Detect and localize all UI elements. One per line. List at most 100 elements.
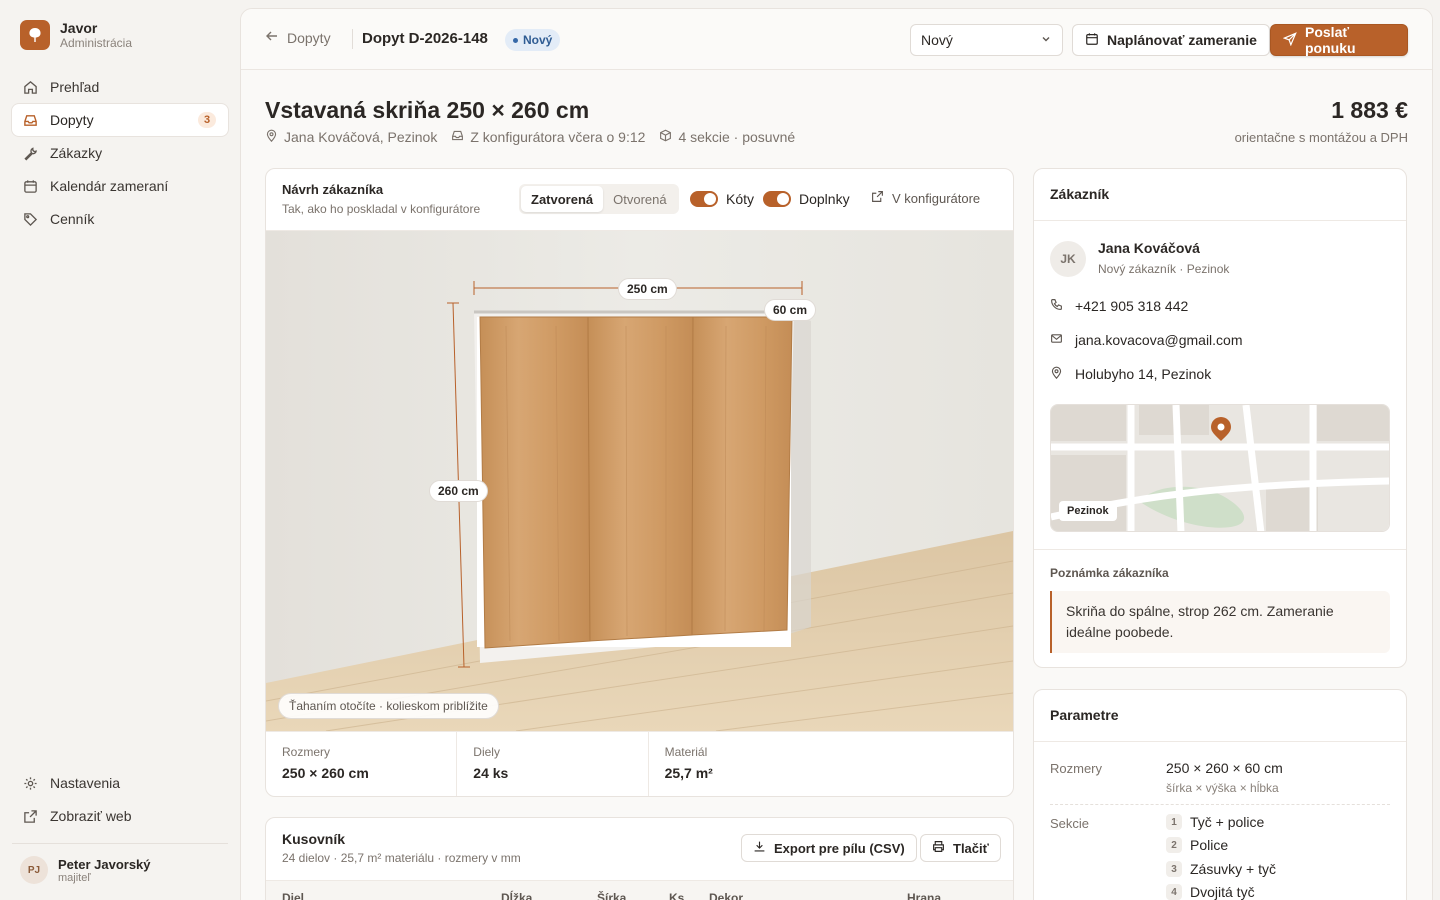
inquiry-meta: Jana Kováčová, Pezinok Z konfigurátora v… — [265, 129, 795, 145]
schedule-measurement-button[interactable]: Naplánovať zameranie — [1072, 24, 1270, 56]
parameters-card: Parametre Rozmery 250 × 260 × 60 cm šírk… — [1033, 689, 1407, 900]
note-label: Poznámka zákazníka — [1050, 566, 1169, 580]
price: 1 883 € — [1331, 97, 1408, 123]
inquiry-title: Vstavaná skriňa 250 × 260 cm — [265, 97, 590, 123]
section-number: 3 — [1166, 861, 1182, 877]
customer-address-text: Holubyho 14, Pezinok — [1075, 366, 1212, 382]
sidebar: Javor Administrácia Prehľad Dopyty 3 Zák… — [0, 0, 240, 900]
customer-address[interactable]: Holubyho 14, Pezinok — [1050, 366, 1211, 382]
export-csv-label: Export pre pílu (CSV) — [774, 840, 905, 856]
column-header[interactable]: Šírka — [597, 891, 626, 900]
home-icon — [22, 79, 38, 95]
customer-phone[interactable]: +421 905 318 442 — [1050, 298, 1188, 314]
viewer-hint: Ťahaním otočíte · kolieskom priblížite — [278, 693, 499, 719]
cut-list-card: Kusovník 24 dielov · 25,7 m² materiálu ·… — [265, 817, 1014, 900]
print-button[interactable]: Tlačiť — [920, 834, 1001, 862]
main-nav: Prehľad Dopyty 3 Zákazky Kalendár zamera… — [12, 71, 228, 236]
gear-icon — [22, 775, 38, 791]
main-panel: Dopyty Dopyt D-2026-148 Nový Nový Naplán… — [240, 8, 1433, 900]
extras-toggle-label: Doplnky — [799, 191, 850, 207]
section-item: 2 Police — [1166, 837, 1228, 853]
section-item: 4 Dvojitá tyč — [1166, 884, 1255, 900]
column-header[interactable]: Ks — [669, 891, 684, 900]
extras-toggle[interactable]: Doplnky — [763, 191, 850, 207]
bottom-nav: Nastavenia Zobraziť web — [12, 767, 228, 833]
wardrobe-render — [266, 231, 1013, 732]
cut-list-title: Kusovník — [282, 831, 346, 847]
send-offer-button[interactable]: Poslať ponuku — [1270, 24, 1408, 56]
customer-card: Zákazník JK Jana Kováčová Nový zákazník … — [1033, 168, 1407, 668]
stat-label: Diely — [473, 745, 500, 759]
cut-list-subtitle: 24 dielov · 25,7 m² materiálu · rozmery … — [282, 851, 521, 865]
status-select-value: Nový — [921, 32, 953, 48]
back-link[interactable]: Dopyty — [265, 29, 331, 46]
sidebar-item-zobrazit-web[interactable]: Zobraziť web — [12, 800, 228, 832]
stat-value: 24 ks — [473, 765, 509, 781]
sidebar-item-label: Cenník — [50, 211, 95, 227]
tag-icon — [22, 211, 38, 227]
section-label: Dvojitá tyč — [1190, 884, 1255, 900]
meta-customer-text: Jana Kováčová, Pezinok — [284, 129, 438, 145]
design-header: Návrh zákazníka Tak, ako ho poskladal v … — [266, 169, 1013, 231]
seg-open[interactable]: Otvorená — [603, 186, 676, 212]
column-header[interactable]: Hrana — [907, 891, 941, 900]
box-icon — [659, 129, 672, 145]
stat-material: Materiál 25,7 m² — [649, 732, 1013, 796]
column-header[interactable]: Dekor — [709, 891, 743, 900]
brand-subtitle: Administrácia — [60, 36, 133, 50]
divider — [1034, 549, 1406, 550]
dimensions-toggle[interactable]: Kóty — [690, 191, 754, 207]
arrow-left-icon — [265, 29, 279, 46]
export-csv-button[interactable]: Export pre pílu (CSV) — [741, 834, 917, 862]
user-role: majiteľ — [58, 871, 91, 884]
dimension-label-depth: 60 cm — [764, 299, 817, 321]
sidebar-item-nastavenia[interactable]: Nastavenia — [12, 767, 228, 799]
param-dimensions-value: 250 × 260 × 60 cm — [1166, 760, 1283, 776]
customer-email-text: jana.kovacova@gmail.com — [1075, 332, 1243, 348]
sidebar-item-zakazky[interactable]: Zákazky — [12, 137, 228, 169]
open-configurator-link[interactable]: V konfigurátore — [871, 190, 980, 206]
dimensions-switch[interactable] — [690, 191, 718, 207]
schedule-measurement-label: Naplánovať zameranie — [1107, 32, 1257, 48]
seg-closed[interactable]: Zatvorená — [521, 186, 604, 212]
sidebar-item-prehlad[interactable]: Prehľad — [12, 71, 228, 103]
section-number: 1 — [1166, 814, 1182, 830]
inbox-icon — [451, 129, 464, 145]
status-select[interactable]: Nový — [910, 24, 1063, 56]
status-dot — [513, 37, 518, 43]
sidebar-item-cennik[interactable]: Cenník — [12, 203, 228, 235]
customer-email[interactable]: jana.kovacova@gmail.com — [1050, 332, 1243, 348]
door-state-toggle: Zatvorená Otvorená — [519, 184, 679, 214]
customer-note: Skriňa do spálne, strop 262 cm. Zamerani… — [1050, 591, 1390, 653]
price-note: orientačne s montážou a DPH — [1234, 130, 1408, 145]
sidebar-item-kalendar[interactable]: Kalendár zameraní — [12, 170, 228, 202]
sidebar-item-dopyty[interactable]: Dopyty 3 — [12, 104, 228, 136]
customer-design-card: Návrh zákazníka Tak, ako ho poskladal v … — [265, 168, 1014, 797]
location-map[interactable]: Pezinok — [1050, 404, 1390, 532]
dimension-label-height: 260 cm — [429, 480, 488, 502]
calendar-icon — [1085, 32, 1099, 49]
external-link-icon — [22, 808, 38, 824]
user-profile[interactable]: PJ Peter Javorský majiteľ — [12, 843, 228, 884]
map-pin-icon — [265, 129, 278, 145]
column-header[interactable]: Diel — [282, 891, 304, 900]
design-title: Návrh zákazníka — [282, 182, 384, 197]
sidebar-item-label: Prehľad — [50, 79, 100, 95]
parameters-title: Parametre — [1034, 690, 1406, 742]
inbox-icon — [22, 112, 38, 128]
customer-name[interactable]: Jana Kováčová — [1098, 240, 1200, 256]
stat-dimensions: Rozmery 250 × 260 cm — [266, 732, 458, 796]
meta-sections-text: 4 sekcie · posuvné — [678, 129, 796, 145]
section-label: Tyč + police — [1190, 814, 1265, 830]
external-link-icon — [871, 190, 884, 206]
extras-switch[interactable] — [763, 191, 791, 207]
calendar-icon — [22, 178, 38, 194]
section-label: Zásuvky + tyč — [1190, 861, 1276, 877]
column-header[interactable]: Dĺžka — [501, 891, 532, 900]
stat-value: 25,7 m² — [664, 765, 713, 781]
customer-phone-text: +421 905 318 442 — [1075, 298, 1189, 314]
cut-list-table-header: Diel Dĺžka Šírka Ks Dekor Hrana — [266, 880, 1013, 900]
wardrobe-3d-viewer[interactable]: 250 cm 60 cm 260 cm Ťahaním otočíte · ko… — [266, 231, 1013, 732]
dimension-label-width: 250 cm — [618, 278, 677, 300]
brand[interactable]: Javor Administrácia — [20, 20, 132, 50]
